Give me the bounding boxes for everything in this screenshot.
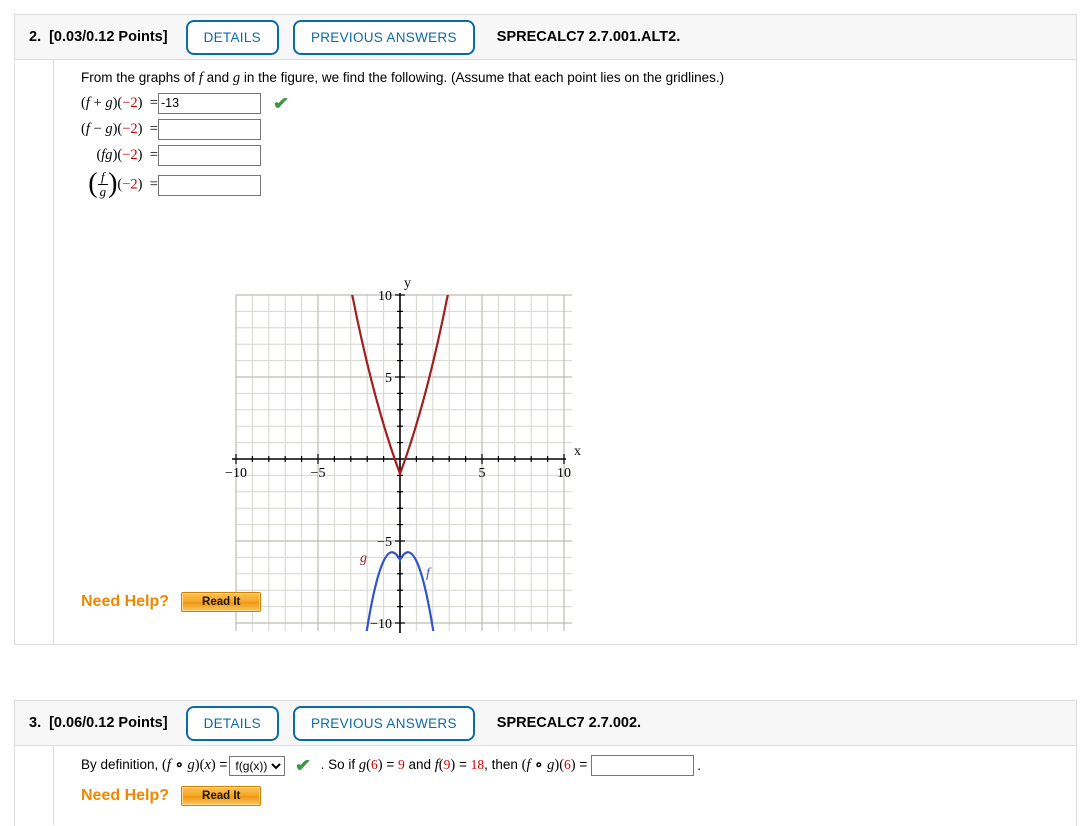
problem-3-statement: By definition, (f ∘ g)(x) = f(g(x)) ✔ . … <box>81 755 701 776</box>
problem-3-points: [0.06/0.12 Points] <box>49 715 168 731</box>
problem-2-details-button[interactable]: DETAILS <box>185 19 279 55</box>
svg-text:−5: −5 <box>377 535 392 550</box>
problem-2-number: 2. <box>29 29 42 45</box>
problem-3-previous-answers-button[interactable]: PREVIOUS ANSWERS <box>292 705 475 741</box>
q3-text-mid: . So if g(6) = 9 and f(9) = 18, then (f … <box>320 757 588 773</box>
problem-3-number: 3. <box>29 715 42 731</box>
answer-row-sum: (f + g)(−2) = ✔ <box>81 90 289 116</box>
correct-check-icon-sum: ✔ <box>272 94 289 114</box>
y-axis-label: y <box>404 276 411 291</box>
svg-text:−10: −10 <box>370 617 392 632</box>
problem-3-body: By definition, (f ∘ g)(x) = f(g(x)) ✔ . … <box>15 746 1076 825</box>
problem-2-previous-answers-button[interactable]: PREVIOUS ANSWERS <box>292 19 475 55</box>
answer-input-product[interactable] <box>157 144 261 166</box>
problem-2-body-inner: From the graphs of f and g in the figure… <box>53 60 1076 644</box>
svg-text:5: 5 <box>385 371 392 386</box>
svg-text:−5: −5 <box>311 466 326 481</box>
q3-text-start: By definition, (f ∘ g)(x) = <box>81 757 228 773</box>
problem-2-code: SPRECALC7 2.7.001.ALT2. <box>496 29 681 45</box>
q3-period: . <box>697 758 702 773</box>
problem-2-body: From the graphs of f and g in the figure… <box>15 60 1076 644</box>
series-label-g: g <box>360 551 367 566</box>
answer-cell-sum: ✔ <box>157 90 289 116</box>
problem-3-details-button[interactable]: DETAILS <box>185 705 279 741</box>
problem-3-container: 3. [0.06/0.12 Points] DETAILS PREVIOUS A… <box>14 700 1077 826</box>
problem-3-code: SPRECALC7 2.7.002. <box>496 715 642 731</box>
read-it-button-2[interactable]: Read It <box>181 592 262 612</box>
read-it-button-3[interactable]: Read It <box>181 786 262 806</box>
problem-2-need-help: Need Help? Read It <box>81 592 262 612</box>
problem-2-points: [0.03/0.12 Points] <box>49 29 168 45</box>
problem-3-header: 3. [0.06/0.12 Points] DETAILS PREVIOUS A… <box>15 701 1076 746</box>
answer-row-quotient: (f g)(−2) = <box>81 168 288 202</box>
answer-cell-quotient <box>157 168 288 202</box>
problem-2-header: 2. [0.03/0.12 Points] DETAILS PREVIOUS A… <box>15 15 1076 60</box>
graph-svg: y x −10 −5 5 10 10 5 −5 −10 g f <box>225 276 581 633</box>
function-graph-figure: y x −10 −5 5 10 10 5 −5 −10 g f <box>214 273 594 653</box>
answers-table: (f + g)(−2) = ✔ (f − g)(−2) = <box>81 90 289 202</box>
problem-2-prompt: From the graphs of f and g in the figure… <box>81 70 725 86</box>
x-axis-label: x <box>574 444 581 459</box>
need-help-label-2: Need Help? <box>81 593 170 610</box>
answer-input-difference[interactable] <box>157 118 261 140</box>
correct-check-icon-q3: ✔ <box>295 756 312 775</box>
answer-cell-difference <box>157 116 288 142</box>
answer-label-quotient: (f g)(−2) = <box>88 168 158 199</box>
answer-label-sum: (f + g)(−2) = <box>81 94 158 111</box>
answer-label-difference: (f − g)(−2) = <box>81 120 158 137</box>
problem-3-need-help: Need Help? Read It <box>81 786 262 806</box>
answer-cell-product <box>157 142 288 168</box>
svg-text:−10: −10 <box>225 466 247 481</box>
svg-text:5: 5 <box>479 466 486 481</box>
problem-3-body-inner: By definition, (f ∘ g)(x) = f(g(x)) ✔ . … <box>53 746 1076 825</box>
q3-answer-input[interactable] <box>591 755 695 776</box>
answer-input-sum[interactable] <box>157 92 261 114</box>
problem-2-container: 2. [0.03/0.12 Points] DETAILS PREVIOUS A… <box>14 14 1077 645</box>
answer-row-product: (fg)(−2) = <box>81 142 288 168</box>
y-tick-labels: 10 5 −5 −10 <box>370 289 392 632</box>
need-help-label-3: Need Help? <box>81 787 170 804</box>
svg-text:10: 10 <box>378 289 392 304</box>
composition-select[interactable]: f(g(x)) <box>229 755 286 776</box>
answer-input-quotient[interactable] <box>157 174 261 196</box>
answer-label-product: (fg)(−2) = <box>96 146 158 163</box>
answer-row-difference: (f − g)(−2) = <box>81 116 288 142</box>
svg-text:10: 10 <box>557 466 571 481</box>
